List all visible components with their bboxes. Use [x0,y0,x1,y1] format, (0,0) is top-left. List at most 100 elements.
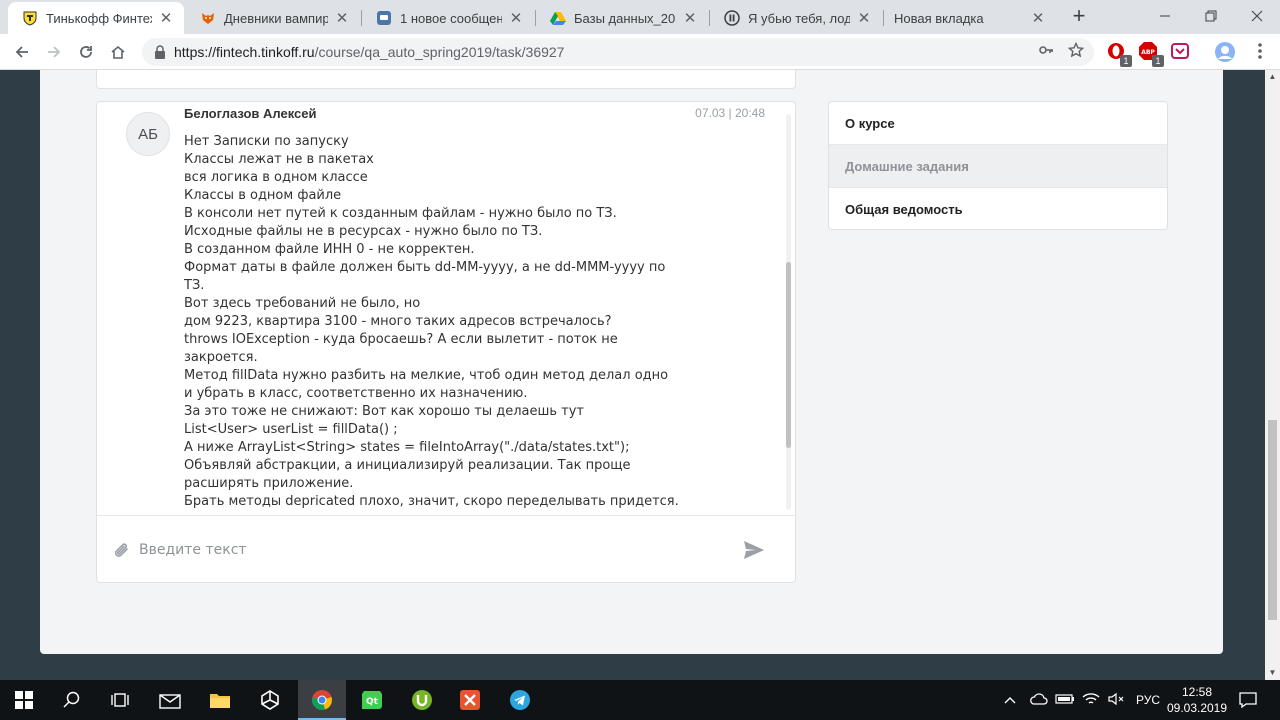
language-indicator[interactable]: РУС [1136,693,1160,707]
avatar: АБ [126,112,170,156]
extension-badge: 1 [1152,55,1164,67]
message-line: Формат даты в файле должен быть dd-MM-yy… [184,260,666,275]
browser-toolbar: https://fintech.tinkoff.ru/course/qa_aut… [0,34,1280,70]
close-window-icon[interactable] [1234,0,1280,32]
new-tab-button[interactable]: + [1068,4,1090,28]
url-path: /course/qa_auto_spring2019/task/36927 [314,44,565,60]
send-icon[interactable] [743,540,765,560]
task-view-icon[interactable] [96,680,144,720]
pause-icon[interactable] [724,10,740,26]
clock-date: 09.03.2019 [1166,701,1228,715]
tinkoff-icon [22,10,38,26]
address-bar[interactable]: https://fintech.tinkoff.ru/course/qa_aut… [142,38,1094,66]
nav-item-homework[interactable]: Домашние задания [829,145,1167,188]
home-icon[interactable] [104,38,132,66]
page-viewport: АБ Белоглазов Алексей 07.03 | 20:48 Нет … [0,70,1280,680]
previous-message-box [96,70,796,89]
tab-vampire-diaries[interactable]: Дневники вампира ✕ [186,2,360,34]
windows-start-icon[interactable] [0,680,48,720]
message-timestamp: 07.03 | 20:48 [695,106,765,120]
wifi-icon[interactable] [1078,692,1104,709]
utorrent-icon[interactable] [398,680,446,720]
tab-title: Тинькофф Финтех [46,10,152,26]
restore-icon[interactable] [1188,0,1234,32]
message-list[interactable]: АБ Белоглазов Алексей 07.03 | 20:48 Нет … [97,102,795,515]
close-tab-icon[interactable]: ✕ [508,9,524,27]
tab-new-message[interactable]: 1 новое сообщение ✕ [362,2,534,34]
kebab-menu-icon[interactable] [1250,41,1272,63]
tab-music[interactable]: Я убью тебя, лодоч ✕ [710,2,882,34]
google-drive-icon [550,10,566,26]
tab-title: Дневники вампира [224,10,328,26]
tab-databases[interactable]: Базы данных_2019 - ✕ [536,2,708,34]
tab-title: Новая вкладка [894,10,984,26]
close-tab-icon[interactable]: ✕ [334,9,350,27]
message-line: вся логика в одном классе [184,170,368,185]
search-icon[interactable] [48,680,96,720]
message-line: За это тоже не снижают: Вот как хорошо т… [184,404,584,419]
chrome-icon[interactable] [298,680,346,720]
notifications-icon[interactable] [1228,680,1268,720]
cloud-sync-icon[interactable] [1026,692,1052,709]
page-scrollbar-thumb[interactable] [1268,420,1277,620]
message-line: В консоли нет путей к созданным файлам -… [184,206,617,221]
message-input[interactable] [139,536,719,564]
course-sidenav: О курсе Домашние задания Общая ведомость [828,101,1168,230]
telegram-icon[interactable] [496,680,544,720]
key-icon[interactable] [1038,42,1054,63]
message-line: А ниже ArrayList<String> states = fileIn… [184,440,630,455]
message-line: закроется. [184,350,258,365]
reload-icon[interactable] [72,38,100,66]
battery-icon[interactable] [1052,693,1078,707]
nav-item-about-course[interactable]: О курсе [829,102,1167,145]
browser-tab-strip: Тинькофф Финтех ✕ Дневники вампира ✕ 1 н… [0,0,1280,34]
message-line: ТЗ. [184,278,205,293]
lock-icon [155,45,165,59]
close-tab-icon[interactable]: ✕ [1030,9,1046,27]
close-tab-icon[interactable]: ✕ [682,9,698,27]
windows-taskbar: Qt РУС 12:58 09.03.2019 [0,680,1280,720]
xmind-icon[interactable] [446,680,494,720]
mail-icon[interactable] [146,680,194,720]
extension-badge: 1 [1120,55,1132,67]
message-line: Вот здесь требований не было, но [184,296,421,311]
bookmark-star-icon[interactable] [1067,41,1085,63]
system-tray: РУС [1002,680,1160,720]
message-line: Объявляй абстракции, а инициализируй реа… [184,458,631,473]
close-tab-icon[interactable]: ✕ [856,9,872,27]
message-line: Классы лежат не в пакетах [184,152,374,167]
tab-title: Базы данных_2019 - [574,10,676,26]
message-scrollbar-thumb[interactable] [786,262,791,448]
minimize-icon[interactable] [1142,0,1188,32]
unity-icon[interactable] [246,680,294,720]
pocket-extension-icon[interactable] [1170,41,1192,63]
file-explorer-icon[interactable] [196,680,244,720]
tab-tinkoff[interactable]: Тинькофф Финтех ✕ [8,2,184,34]
chevron-up-icon[interactable] [1002,693,1018,707]
volume-muted-icon[interactable] [1104,692,1130,709]
page-scrollbar[interactable]: ▲ ▼ [1265,70,1280,680]
forward-icon[interactable] [40,38,68,66]
system-clock[interactable]: 12:58 09.03.2019 [1162,684,1232,716]
message-line: В созданном файле ИНН 0 - не корректен. [184,242,475,257]
scroll-up-icon[interactable]: ▲ [1265,70,1280,84]
close-tab-icon[interactable]: ✕ [158,9,174,27]
paperclip-icon[interactable] [111,540,133,562]
svg-text:Qt: Qt [366,697,379,707]
message-line: Классы в одном файле [184,188,342,203]
qt-creator-icon[interactable]: Qt [348,680,396,720]
opera-extension-icon[interactable]: 1 [1106,41,1132,67]
message-line: расширять приложение. [184,476,354,491]
homework-chat: АБ Белоглазов Алексей 07.03 | 20:48 Нет … [96,101,796,583]
scroll-down-icon[interactable]: ▼ [1265,666,1280,680]
firefox-fox-icon [200,10,216,26]
adblock-extension-icon[interactable]: ABP 1 [1138,41,1164,67]
message-line: throws IOException - куда бросаешь? А ес… [184,332,618,347]
back-icon[interactable] [8,38,36,66]
message-line: Нет Записки по запуску [184,134,349,149]
profile-avatar-icon[interactable] [1214,41,1236,63]
tab-new-tab[interactable]: Новая вкладка ✕ [884,2,1056,34]
nav-item-gradebook[interactable]: Общая ведомость [829,188,1167,229]
message-author: Белоглазов Алексей [184,106,317,121]
url-host: https://fintech.tinkoff.ru [174,44,315,60]
